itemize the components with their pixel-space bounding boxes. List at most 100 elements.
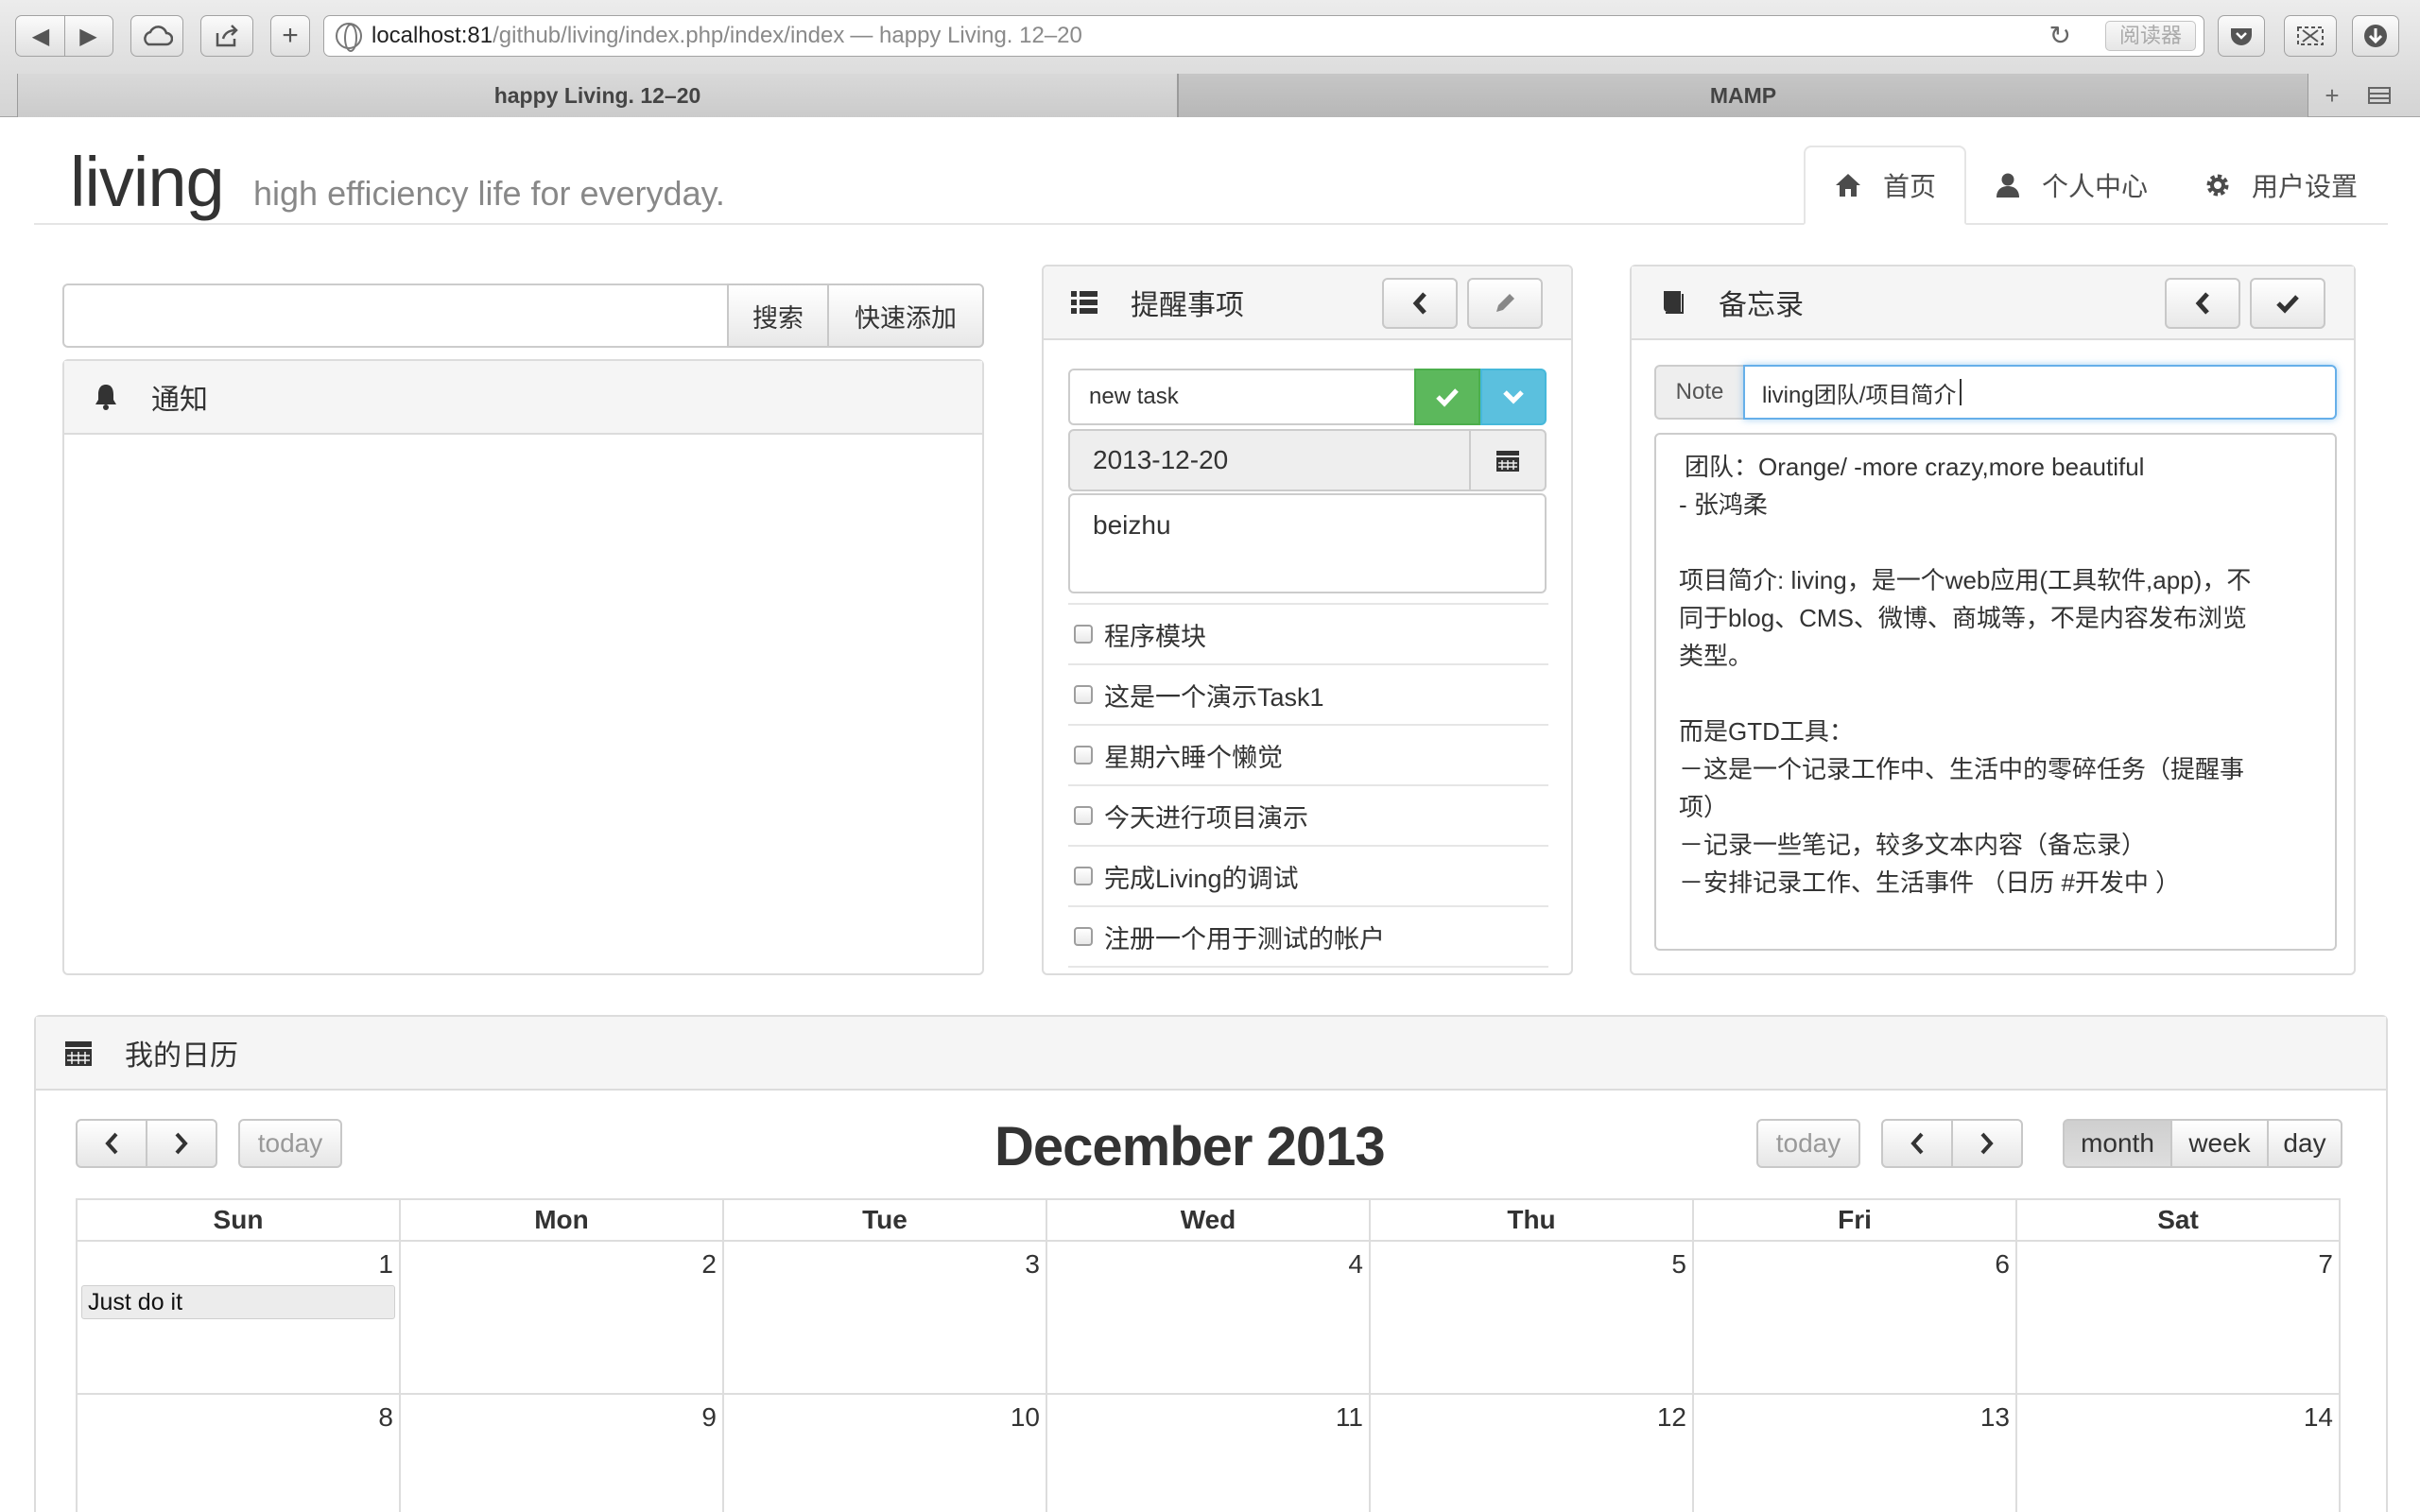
calendar-event[interactable]: Just do it [81,1285,395,1319]
forward-icon[interactable]: ▶ [64,16,112,56]
weekday-header: Thu [1371,1200,1694,1240]
calendar-day-cell[interactable]: 3 [724,1242,1047,1393]
chevron-left-icon [105,1132,118,1155]
note-title-input[interactable]: living团队/项目简介 [1743,365,2337,420]
calendar-next-button-right[interactable] [1951,1119,2023,1168]
memo-line [1679,524,2312,561]
task-options-dropdown[interactable] [1480,369,1547,425]
notifications-panel: 通知 [62,359,984,975]
search-button[interactable]: 搜索 [727,284,829,348]
calendar-day-cell[interactable]: 6 [1694,1242,2017,1393]
memo-line: 而是GTD工具： [1679,717,1854,746]
screenshot-button[interactable] [2284,15,2337,57]
task-note-textarea[interactable]: beizhu [1068,493,1547,593]
tab-bar: happy Living. 12–20 MAMP + [0,74,2420,117]
calendar-day-cell[interactable]: 10 [724,1395,1047,1512]
calendar-day-cell[interactable]: 13 [1694,1395,2017,1512]
task-checkbox[interactable] [1074,806,1093,825]
quick-add-button[interactable]: 快速添加 [829,284,984,348]
book-icon [1660,288,1686,317]
new-task-input[interactable]: new task [1068,369,1416,425]
memo-back-button[interactable] [2165,278,2240,329]
nav-home-label: 首页 [1882,172,1936,201]
task-checkbox[interactable] [1074,685,1093,704]
task-checkbox[interactable] [1074,927,1093,946]
day-number: 7 [2318,1249,2333,1279]
task-date-input[interactable]: 2013-12-20 [1068,429,1471,491]
pocket-icon [2231,28,2252,45]
task-checkbox[interactable] [1074,625,1093,644]
search-input[interactable] [62,284,727,348]
downloads-button[interactable] [2352,15,2399,57]
task-label[interactable]: 程序模块 [1104,616,1206,653]
day-number: 1 [378,1249,393,1279]
tab-overview-icon[interactable] [2356,74,2403,117]
memo-line: 类型。 [1679,642,1754,670]
globe-icon [336,23,362,52]
back-forward-buttons[interactable]: ◀ ▶ [15,15,113,57]
calendar-day-cell[interactable]: 1 Just do it [78,1242,401,1393]
chevron-left-icon [2195,292,2209,315]
calendar-day-cell[interactable]: 14 [2017,1395,2339,1512]
calendar-day-cell[interactable]: 5 [1371,1242,1694,1393]
task-label[interactable]: 今天进行项目演示 [1104,798,1308,834]
add-task-confirm-button[interactable] [1414,369,1480,425]
calendar-day-cell[interactable]: 9 [401,1395,724,1512]
calendar-today-button[interactable]: today [238,1119,342,1168]
day-number: 14 [2303,1402,2333,1432]
check-icon [2276,295,2299,314]
calendar-day-cell[interactable]: 12 [1371,1395,1694,1512]
calendar-day-cell[interactable]: 4 [1047,1242,1371,1393]
task-label[interactable]: 完成Living的调试 [1104,858,1299,895]
reader-button[interactable]: 阅读器 [2104,21,2196,51]
date-picker-button[interactable] [1469,429,1547,491]
chevron-left-icon [1910,1132,1924,1155]
calendar-day-cell[interactable]: 11 [1047,1395,1371,1512]
calendar-prev-button-right[interactable] [1881,1119,1953,1168]
tab-mamp[interactable]: MAMP [1178,74,2308,117]
view-week-button[interactable]: week [2170,1119,2269,1168]
nav-user-center[interactable]: 个人中心 [1966,146,2176,225]
reload-icon[interactable]: ↻ [2049,20,2071,51]
calendar-day-cell[interactable]: 7 [2017,1242,2339,1393]
task-label[interactable]: 这是一个演示Task1 [1104,677,1324,713]
new-tab-button[interactable]: + [270,15,310,57]
address-bar[interactable]: localhost:81/github/living/index.php/ind… [323,15,2204,57]
share-button[interactable] [200,15,253,57]
notifications-title: 通知 [151,385,208,416]
view-month-button[interactable]: month [2063,1119,2172,1168]
weekday-header: Sun [78,1200,401,1240]
nav-user-settings[interactable]: 用户设置 [2176,146,2386,225]
memo-body-textarea[interactable]: 团队：Orange/ -more crazy,more beautiful - … [1654,433,2337,951]
memo-panel: 备忘录 Note living团队/项目简介 团队：Orange/ -more … [1630,265,2356,975]
task-item: 今天进行项目演示 [1068,786,1548,847]
tab-happy-living[interactable]: happy Living. 12–20 [17,74,1178,117]
icloud-tabs-button[interactable] [130,15,183,57]
calendar-next-button[interactable] [146,1119,217,1168]
reading-list-button[interactable] [2218,15,2265,57]
day-number: 8 [378,1402,393,1432]
chevron-left-icon [1412,292,1426,315]
task-label[interactable]: 注册一个用于测试的帐户 [1104,919,1385,955]
memo-save-button[interactable] [2250,278,2325,329]
reminders-back-button[interactable] [1382,278,1458,329]
reminders-edit-button[interactable] [1467,278,1543,329]
task-item: 这是一个演示Task1 [1068,665,1548,726]
task-checkbox[interactable] [1074,746,1093,765]
view-day-button[interactable]: day [2267,1119,2342,1168]
calendar-day-cell[interactable]: 8 [78,1395,401,1512]
check-icon [1436,388,1459,407]
memo-line: - 张鸿柔 [1679,490,1768,519]
nav-home[interactable]: 首页 [1803,146,1966,225]
task-item: 星期六睡个懒觉 [1068,726,1548,786]
task-label[interactable]: 星期六睡个懒觉 [1104,737,1283,774]
calendar-today-button-right[interactable]: today [1756,1119,1860,1168]
back-icon[interactable]: ◀ [17,16,64,56]
brand-logo[interactable]: living [70,142,225,222]
add-tab-icon[interactable]: + [2308,74,2356,117]
day-number: 13 [1979,1402,2010,1432]
calendar-day-cell[interactable]: 2 [401,1242,724,1393]
task-checkbox[interactable] [1074,867,1093,885]
day-number: 6 [1995,1249,2010,1279]
calendar-prev-button[interactable] [76,1119,147,1168]
